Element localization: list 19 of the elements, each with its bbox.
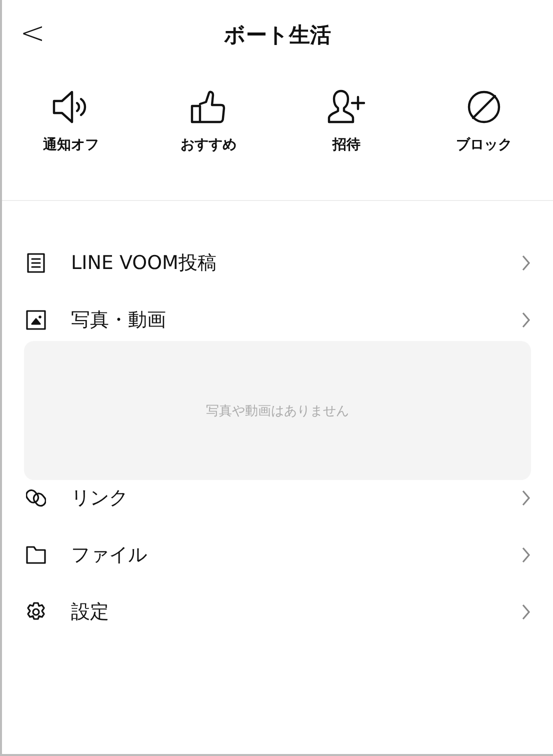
folder-icon bbox=[26, 545, 46, 565]
link-icon bbox=[26, 488, 46, 508]
back-button[interactable]: < bbox=[16, 16, 50, 52]
empty-message: 写真や動画はありません bbox=[206, 402, 349, 420]
thumbs-up-icon bbox=[190, 88, 228, 126]
action-label[interactable]: 通知オフ bbox=[42, 136, 99, 154]
add-person-icon bbox=[327, 88, 366, 126]
action-label[interactable]: ブロック bbox=[456, 136, 512, 154]
settings-icon bbox=[26, 602, 46, 622]
image-icon bbox=[26, 310, 46, 330]
chevron-icon bbox=[521, 312, 531, 328]
chevron-icon bbox=[521, 255, 531, 271]
chevron-icon bbox=[521, 490, 531, 506]
chevron-icon bbox=[521, 604, 531, 620]
action-label[interactable]: おすすめ bbox=[180, 136, 237, 154]
action-label[interactable]: 招待 bbox=[332, 136, 360, 154]
window-title: ボート生活 bbox=[224, 22, 331, 49]
chevron-icon bbox=[521, 547, 531, 563]
document-icon bbox=[26, 253, 46, 273]
